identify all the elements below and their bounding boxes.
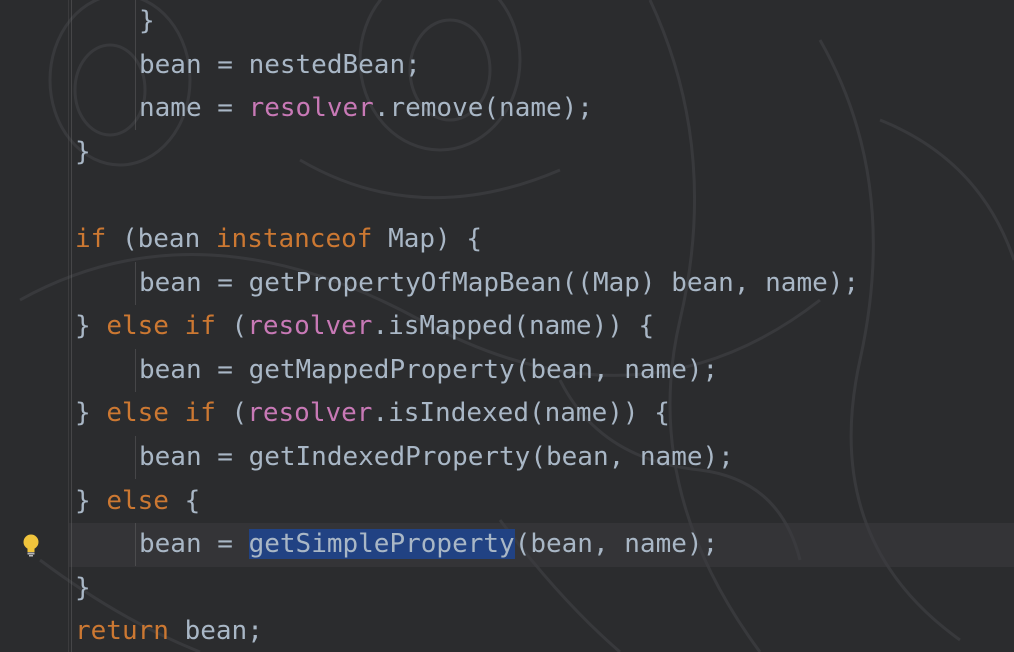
code-token: name = (139, 93, 249, 124)
code-token: bean = (139, 529, 249, 560)
code-token: } (75, 485, 107, 516)
code-token: bean = getIndexedProperty(bean, name); (139, 442, 734, 472)
field-token: resolver (247, 311, 373, 342)
code-line-current[interactable]: bean = getSimpleProperty(bean, name); (139, 522, 718, 566)
code-token: .isMapped(name)) { (372, 311, 655, 342)
code-line[interactable]: } else { (75, 479, 200, 523)
code-line[interactable]: } else if (resolver.isIndexed(name)) { (75, 391, 670, 435)
indent-guide (135, 523, 136, 566)
keyword-token: else if (106, 398, 216, 429)
code-token: ( (215, 311, 248, 342)
keyword-token: instanceof (215, 224, 373, 254)
indent-guide (135, 0, 136, 130)
code-token: Map) { (372, 224, 483, 254)
code-token: { (168, 485, 201, 516)
code-line[interactable]: bean = nestedBean; (139, 43, 421, 87)
code-token: } (75, 311, 107, 342)
code-token: bean = getMappedProperty(bean, name); (139, 354, 719, 385)
code-line[interactable]: } (75, 566, 91, 610)
keyword-token: else (106, 485, 169, 516)
indent-guide (135, 436, 136, 479)
code-line[interactable]: bean = getPropertyOfMapBean((Map) bean, … (139, 261, 859, 305)
code-line[interactable]: if (bean instanceof Map) { (75, 217, 482, 261)
code-line[interactable]: bean = getMappedProperty(bean, name); (139, 348, 718, 392)
keyword-token: if (75, 224, 107, 254)
code-token: } (139, 6, 155, 36)
code-line[interactable]: bean = getIndexedProperty(bean, name); (139, 435, 734, 479)
keyword-token: else if (106, 311, 216, 342)
code-line[interactable]: name = resolver.remove(name); (139, 86, 593, 130)
code-token: bean = getPropertyOfMapBean((Map) bean, … (139, 267, 860, 298)
keyword-token: return (75, 616, 169, 647)
code-line[interactable]: } (75, 130, 91, 174)
field-token: resolver (247, 398, 373, 429)
code-token: (bean (106, 224, 216, 254)
code-token: } (75, 398, 107, 429)
code-token: (bean, name); (514, 529, 719, 560)
code-token: bean; (168, 616, 263, 647)
code-line[interactable]: } (139, 0, 155, 43)
indent-guide (135, 349, 136, 392)
code-token: .isIndexed(name)) { (372, 398, 670, 429)
code-token: .remove(name); (373, 93, 593, 124)
code-editor[interactable]: } bean = nestedBean; name = resolver.remov… (0, 0, 1014, 652)
code-token: } (75, 136, 91, 167)
lightbulb-icon[interactable] (21, 533, 41, 557)
code-token: bean = nestedBean; (139, 49, 421, 80)
field-token: resolver (248, 93, 374, 124)
code-line[interactable]: } else if (resolver.isMapped(name)) { (75, 304, 654, 348)
code-token: ( (215, 398, 248, 429)
indent-guide (71, 0, 72, 652)
selected-token: getSimpleProperty (248, 529, 515, 560)
indent-guide (135, 262, 136, 305)
code-token: } (75, 572, 91, 603)
code-line[interactable]: return bean; (75, 609, 263, 652)
